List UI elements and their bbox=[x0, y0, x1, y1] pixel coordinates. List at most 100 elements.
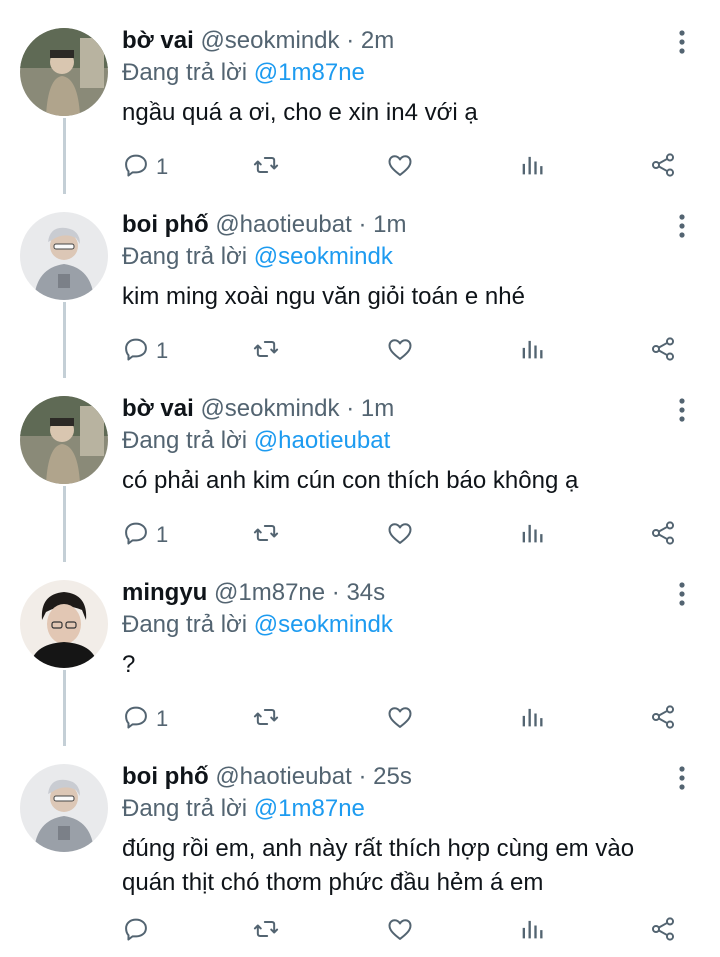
heart-icon bbox=[386, 519, 414, 552]
reply-context: Đang trả lời @seokmindk bbox=[122, 242, 393, 272]
like-button[interactable] bbox=[386, 702, 414, 736]
reply-icon bbox=[122, 915, 150, 948]
separator: · bbox=[346, 27, 355, 54]
like-button[interactable] bbox=[386, 150, 414, 184]
timestamp[interactable]: 34s bbox=[346, 579, 385, 606]
retweet-button[interactable] bbox=[252, 150, 280, 184]
separator: · bbox=[346, 395, 355, 422]
retweet-icon bbox=[252, 335, 280, 368]
reply-mention[interactable]: @1m87ne bbox=[254, 59, 365, 86]
timestamp[interactable]: 1m bbox=[361, 395, 394, 422]
heart-icon bbox=[386, 703, 414, 736]
reply-context: Đang trả lời @seokmindk bbox=[122, 610, 393, 640]
tweet-thread: bờ vai @seokmindk · 2m Đang trả lời @1m8… bbox=[0, 0, 720, 957]
reply-mention[interactable]: @seokmindk bbox=[254, 611, 393, 638]
reply-button[interactable] bbox=[122, 914, 156, 948]
reply-mention[interactable]: @haotieubat bbox=[254, 427, 390, 454]
reply-count: 1 bbox=[156, 338, 169, 363]
avatar[interactable] bbox=[20, 28, 108, 116]
tweet-text: kim ming xoài ngu văn giỏi toán e nhé bbox=[122, 283, 525, 310]
share-icon bbox=[649, 335, 677, 368]
reply-mention[interactable]: @seokmindk bbox=[254, 243, 393, 270]
analytics-icon bbox=[518, 915, 546, 948]
user-handle[interactable]: @haotieubat bbox=[215, 763, 351, 790]
avatar[interactable] bbox=[20, 396, 108, 484]
share-icon bbox=[649, 703, 677, 736]
reply-button[interactable]: 1 bbox=[122, 334, 168, 368]
thread-line bbox=[63, 670, 66, 746]
avatar[interactable] bbox=[20, 580, 108, 668]
reply-mention[interactable]: @1m87ne bbox=[254, 795, 365, 822]
reply-prefix: Đang trả lời bbox=[122, 243, 248, 270]
timestamp[interactable]: 1m bbox=[373, 211, 406, 238]
avatar[interactable] bbox=[20, 212, 108, 300]
more-options-icon[interactable] bbox=[672, 396, 692, 424]
reply-button[interactable]: 1 bbox=[122, 702, 168, 736]
more-options-icon[interactable] bbox=[672, 28, 692, 56]
retweet-icon bbox=[252, 915, 280, 948]
reply-prefix: Đang trả lời bbox=[122, 611, 248, 638]
share-icon bbox=[649, 915, 677, 948]
share-button[interactable] bbox=[649, 150, 677, 184]
tweet-header: boi phố @haotieubat · 25s bbox=[122, 762, 412, 792]
heart-icon bbox=[386, 151, 414, 184]
more-options-icon[interactable] bbox=[672, 764, 692, 792]
tweet-actions: 1 bbox=[122, 334, 692, 368]
retweet-button[interactable] bbox=[252, 702, 280, 736]
share-button[interactable] bbox=[649, 334, 677, 368]
display-name[interactable]: mingyu bbox=[122, 579, 207, 606]
more-options-icon[interactable] bbox=[672, 212, 692, 240]
tweet-header: boi phố @haotieubat · 1m bbox=[122, 210, 406, 240]
more-options-icon[interactable] bbox=[672, 580, 692, 608]
separator: · bbox=[358, 211, 367, 238]
like-button[interactable] bbox=[386, 518, 414, 552]
timestamp[interactable]: 25s bbox=[373, 763, 412, 790]
user-handle[interactable]: @seokmindk bbox=[200, 395, 339, 422]
views-button[interactable] bbox=[518, 334, 546, 368]
views-button[interactable] bbox=[518, 914, 546, 948]
retweet-button[interactable] bbox=[252, 334, 280, 368]
display-name[interactable]: boi phố bbox=[122, 211, 209, 238]
share-button[interactable] bbox=[649, 702, 677, 736]
reply-count: 1 bbox=[156, 154, 169, 179]
retweet-button[interactable] bbox=[252, 914, 280, 948]
timestamp[interactable]: 2m bbox=[361, 27, 394, 54]
like-button[interactable] bbox=[386, 914, 414, 948]
tweet-actions: 1 bbox=[122, 150, 692, 184]
tweet-text: ? bbox=[122, 651, 136, 678]
heart-icon bbox=[386, 335, 414, 368]
retweet-icon bbox=[252, 519, 280, 552]
reply-icon bbox=[122, 335, 150, 368]
like-button[interactable] bbox=[386, 334, 414, 368]
reply-button[interactable]: 1 bbox=[122, 518, 168, 552]
views-button[interactable] bbox=[518, 150, 546, 184]
avatar[interactable] bbox=[20, 764, 108, 852]
display-name[interactable]: bờ vai bbox=[122, 27, 194, 54]
reply-icon bbox=[122, 703, 150, 736]
reply-count: 1 bbox=[156, 522, 169, 547]
tweet-text: ngầu quá a ơi, cho e xin in4 với ạ bbox=[122, 99, 478, 126]
share-button[interactable] bbox=[649, 518, 677, 552]
display-name[interactable]: boi phố bbox=[122, 763, 209, 790]
reply-icon bbox=[122, 519, 150, 552]
views-button[interactable] bbox=[518, 702, 546, 736]
thread-line bbox=[63, 118, 66, 194]
share-button[interactable] bbox=[649, 914, 677, 948]
user-handle[interactable]: @haotieubat bbox=[215, 211, 351, 238]
reply-button[interactable]: 1 bbox=[122, 150, 168, 184]
retweet-button[interactable] bbox=[252, 518, 280, 552]
retweet-icon bbox=[252, 703, 280, 736]
analytics-icon bbox=[518, 151, 546, 184]
heart-icon bbox=[386, 915, 414, 948]
tweet-actions: 1 bbox=[122, 702, 692, 736]
separator: · bbox=[331, 579, 340, 606]
user-handle[interactable]: @seokmindk bbox=[200, 27, 339, 54]
views-button[interactable] bbox=[518, 518, 546, 552]
reply-context: Đang trả lời @1m87ne bbox=[122, 794, 365, 824]
tweet-actions bbox=[122, 914, 692, 948]
reply-context: Đang trả lời @haotieubat bbox=[122, 426, 390, 456]
thread-line bbox=[63, 486, 66, 562]
retweet-icon bbox=[252, 151, 280, 184]
user-handle[interactable]: @1m87ne bbox=[214, 579, 325, 606]
display-name[interactable]: bờ vai bbox=[122, 395, 194, 422]
